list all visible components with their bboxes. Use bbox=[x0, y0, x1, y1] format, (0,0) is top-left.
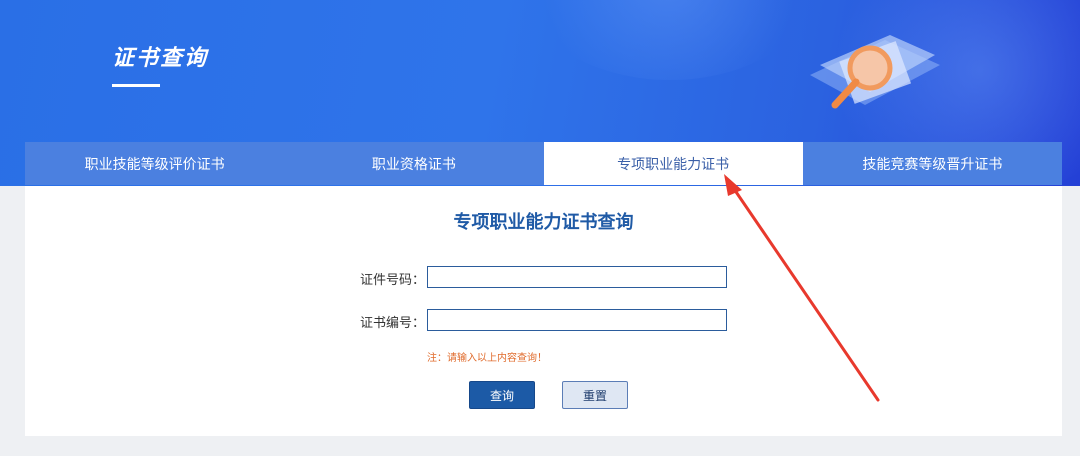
id-number-row: 证件号码： bbox=[25, 266, 1062, 290]
page-title: 证书查询 bbox=[112, 46, 209, 71]
tab-competition-promotion-cert[interactable]: 技能竞赛等级晋升证书 bbox=[802, 142, 1062, 185]
tab-special-ability-cert[interactable]: 专项职业能力证书 bbox=[543, 142, 803, 185]
title-underline bbox=[112, 84, 160, 87]
certificate-tabs: 职业技能等级评价证书 职业资格证书 专项职业能力证书 技能竞赛等级晋升证书 bbox=[25, 142, 1062, 185]
id-number-label: 证件号码： bbox=[359, 273, 425, 288]
cert-number-row: 证书编号： bbox=[25, 309, 1062, 333]
banner-glow bbox=[520, 0, 820, 80]
tab-skill-level-cert[interactable]: 职业技能等级评价证书 bbox=[25, 142, 285, 185]
query-button[interactable]: 查询 bbox=[469, 381, 535, 409]
cert-number-input[interactable] bbox=[427, 309, 727, 331]
form-title: 专项职业能力证书查询 bbox=[453, 212, 634, 233]
cert-number-label: 证书编号： bbox=[359, 316, 425, 331]
magnifier-illustration-icon bbox=[810, 35, 940, 109]
query-form-panel: 专项职业能力证书查询 证件号码： 证书编号： 注：请输入以上内容查询！ 查询 重… bbox=[25, 186, 1062, 436]
tab-qualification-cert[interactable]: 职业资格证书 bbox=[284, 142, 544, 185]
id-number-input[interactable] bbox=[427, 266, 727, 288]
form-note: 注：请输入以上内容查询！ bbox=[427, 353, 547, 364]
reset-button[interactable]: 重置 bbox=[562, 381, 628, 409]
